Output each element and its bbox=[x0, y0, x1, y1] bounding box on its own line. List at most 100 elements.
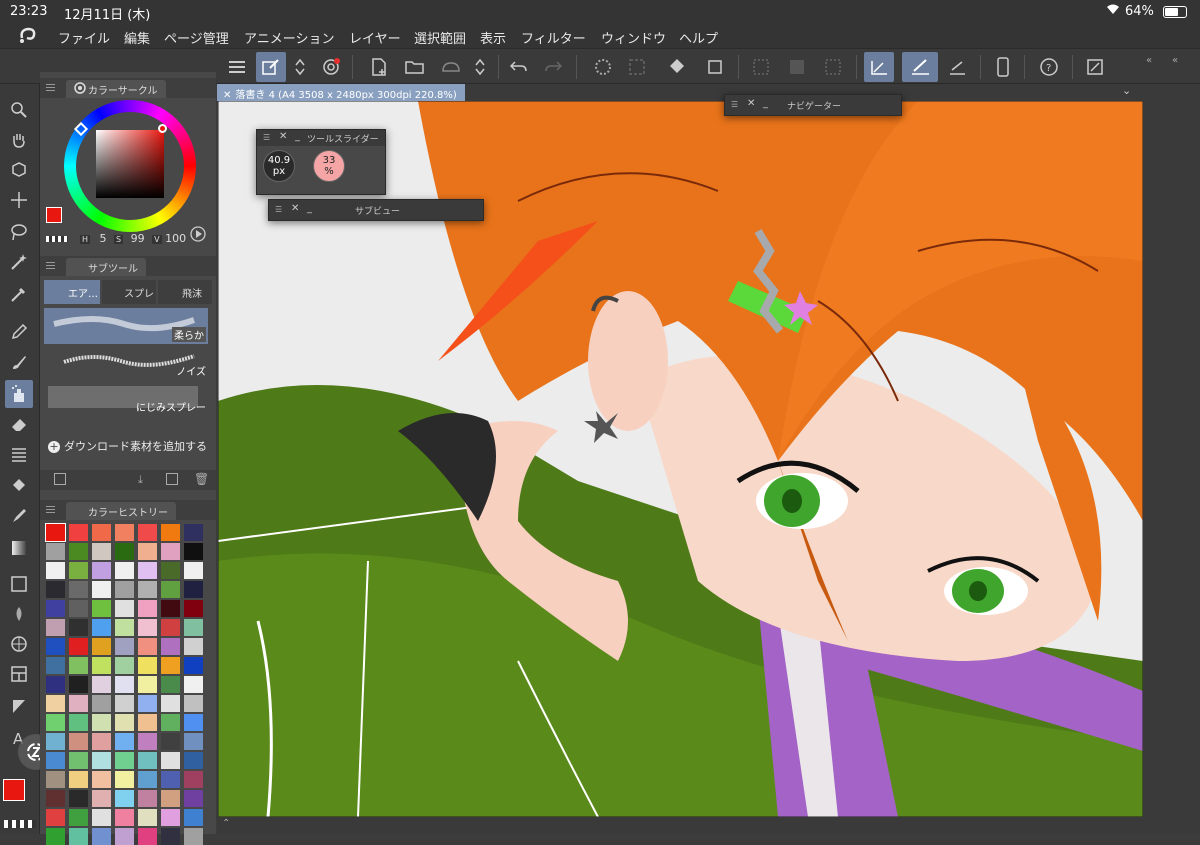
figure-tool-icon[interactable] bbox=[5, 570, 33, 598]
color-swatch[interactable] bbox=[115, 828, 134, 845]
color-swatch[interactable] bbox=[184, 714, 203, 731]
menu-file[interactable]: ファイル bbox=[58, 28, 110, 47]
color-swatch[interactable] bbox=[184, 562, 203, 579]
color-swatch[interactable] bbox=[161, 638, 180, 655]
subtool-tab-splash[interactable]: 飛沫 bbox=[158, 280, 212, 304]
color-swatch[interactable] bbox=[46, 562, 65, 579]
panel-main-color[interactable] bbox=[46, 207, 62, 223]
color-swatch[interactable] bbox=[161, 695, 180, 712]
hand-tool-icon[interactable] bbox=[5, 126, 33, 154]
panel-menu-icon[interactable] bbox=[46, 84, 55, 85]
color-swatch[interactable] bbox=[92, 752, 111, 769]
color-swatch[interactable] bbox=[138, 790, 157, 807]
select-all-icon[interactable] bbox=[818, 52, 848, 82]
color-swatch[interactable] bbox=[92, 790, 111, 807]
color-swatch[interactable] bbox=[115, 638, 134, 655]
color-swatch[interactable] bbox=[115, 562, 134, 579]
color-swatch[interactable] bbox=[46, 638, 65, 655]
smartphone-icon[interactable] bbox=[988, 52, 1018, 82]
open-folder-icon[interactable] bbox=[400, 52, 430, 82]
color-swatch[interactable] bbox=[138, 752, 157, 769]
color-swatch[interactable] bbox=[161, 543, 180, 560]
color-swatch[interactable] bbox=[92, 600, 111, 617]
saturation-value-square[interactable] bbox=[96, 130, 164, 198]
color-swatch[interactable] bbox=[69, 676, 88, 693]
menu-filter[interactable]: フィルター bbox=[521, 28, 586, 47]
color-swatch[interactable] bbox=[184, 581, 203, 598]
color-swatch[interactable] bbox=[115, 695, 134, 712]
color-swatch[interactable] bbox=[69, 695, 88, 712]
menu-view[interactable]: 表示 bbox=[480, 28, 506, 47]
color-swatch[interactable] bbox=[115, 733, 134, 750]
color-swatch[interactable] bbox=[184, 733, 203, 750]
color-swatch[interactable] bbox=[46, 714, 65, 731]
brush-tool-icon[interactable] bbox=[5, 348, 33, 376]
hue-marker[interactable] bbox=[158, 124, 167, 133]
color-swatch[interactable] bbox=[138, 562, 157, 579]
color-swatch[interactable] bbox=[115, 790, 134, 807]
deselect-icon[interactable] bbox=[746, 52, 776, 82]
document-tab[interactable]: ✕ 落書き 4 (A4 3508 x 2480px 300dpi 220.8%) bbox=[217, 84, 465, 101]
color-swatch[interactable] bbox=[115, 657, 134, 674]
color-swatch[interactable] bbox=[184, 828, 203, 845]
color-swatch[interactable] bbox=[115, 619, 134, 636]
color-swatch[interactable] bbox=[138, 638, 157, 655]
panel-menu-icon[interactable]: ☰ bbox=[275, 205, 282, 214]
color-swatch[interactable] bbox=[138, 695, 157, 712]
app-logo-icon[interactable] bbox=[18, 26, 38, 48]
close-icon[interactable]: ✕ bbox=[279, 131, 287, 142]
color-swatch[interactable] bbox=[115, 714, 134, 731]
transparent-toggle[interactable] bbox=[46, 236, 68, 242]
menu-selection[interactable]: 選択範囲 bbox=[414, 28, 466, 47]
new-file-icon[interactable] bbox=[364, 52, 394, 82]
panel-menu-icon[interactable] bbox=[46, 262, 55, 263]
color-swatch[interactable] bbox=[46, 695, 65, 712]
color-swatch[interactable] bbox=[92, 828, 111, 845]
collapse-right-icon-2[interactable]: « bbox=[1172, 55, 1178, 66]
color-swatch[interactable] bbox=[161, 790, 180, 807]
color-swatch[interactable] bbox=[46, 600, 65, 617]
subtool-tab-airbrush[interactable]: エア… bbox=[44, 280, 100, 304]
color-swatch[interactable] bbox=[69, 638, 88, 655]
color-swatch[interactable] bbox=[92, 524, 111, 541]
color-swatch[interactable] bbox=[69, 562, 88, 579]
crop-icon[interactable] bbox=[700, 52, 730, 82]
layer-transform-icon[interactable] bbox=[622, 52, 652, 82]
close-icon[interactable]: ✕ bbox=[747, 98, 755, 109]
edit-mode-icon[interactable] bbox=[256, 52, 286, 82]
color-swatch[interactable] bbox=[161, 619, 180, 636]
menu-page[interactable]: ページ管理 bbox=[164, 28, 229, 47]
color-swatch[interactable] bbox=[161, 562, 180, 579]
object-tool-icon[interactable] bbox=[5, 156, 33, 184]
color-swatch[interactable] bbox=[69, 809, 88, 826]
brush-item-noise[interactable]: ノイズ bbox=[44, 344, 208, 380]
color-swatch[interactable] bbox=[161, 714, 180, 731]
color-swatch[interactable] bbox=[69, 828, 88, 845]
redo-icon[interactable] bbox=[538, 52, 568, 82]
stepper-arrows-icon[interactable] bbox=[290, 52, 310, 82]
color-swatch[interactable] bbox=[92, 562, 111, 579]
subtool-tab[interactable]: サブツール bbox=[66, 258, 146, 276]
opacity-dial[interactable]: 33% bbox=[313, 150, 345, 182]
color-swatch[interactable] bbox=[92, 638, 111, 655]
color-swatch[interactable] bbox=[138, 581, 157, 598]
airbrush-tool-icon[interactable] bbox=[5, 380, 33, 408]
zoom-tool-icon[interactable] bbox=[5, 96, 33, 124]
help-icon[interactable]: ? bbox=[1034, 52, 1064, 82]
color-swatch[interactable] bbox=[184, 790, 203, 807]
magic-wand-icon[interactable] bbox=[5, 248, 33, 276]
frame-tool-icon[interactable] bbox=[5, 600, 33, 628]
color-swatch[interactable] bbox=[138, 771, 157, 788]
brush-item-bleed[interactable]: にじみスプレー bbox=[44, 380, 208, 416]
panel-menu-icon[interactable] bbox=[46, 506, 55, 507]
color-swatch[interactable] bbox=[184, 543, 203, 560]
brush-item-soft[interactable]: 柔らか bbox=[44, 308, 208, 344]
color-swatch[interactable] bbox=[69, 790, 88, 807]
panel-menu-icon[interactable]: ☰ bbox=[263, 133, 270, 142]
color-swatch[interactable] bbox=[161, 809, 180, 826]
color-swatch[interactable] bbox=[46, 581, 65, 598]
color-swatch[interactable] bbox=[46, 752, 65, 769]
invert-selection-icon[interactable] bbox=[782, 52, 812, 82]
color-swatch[interactable] bbox=[161, 581, 180, 598]
color-swatch[interactable] bbox=[138, 828, 157, 845]
